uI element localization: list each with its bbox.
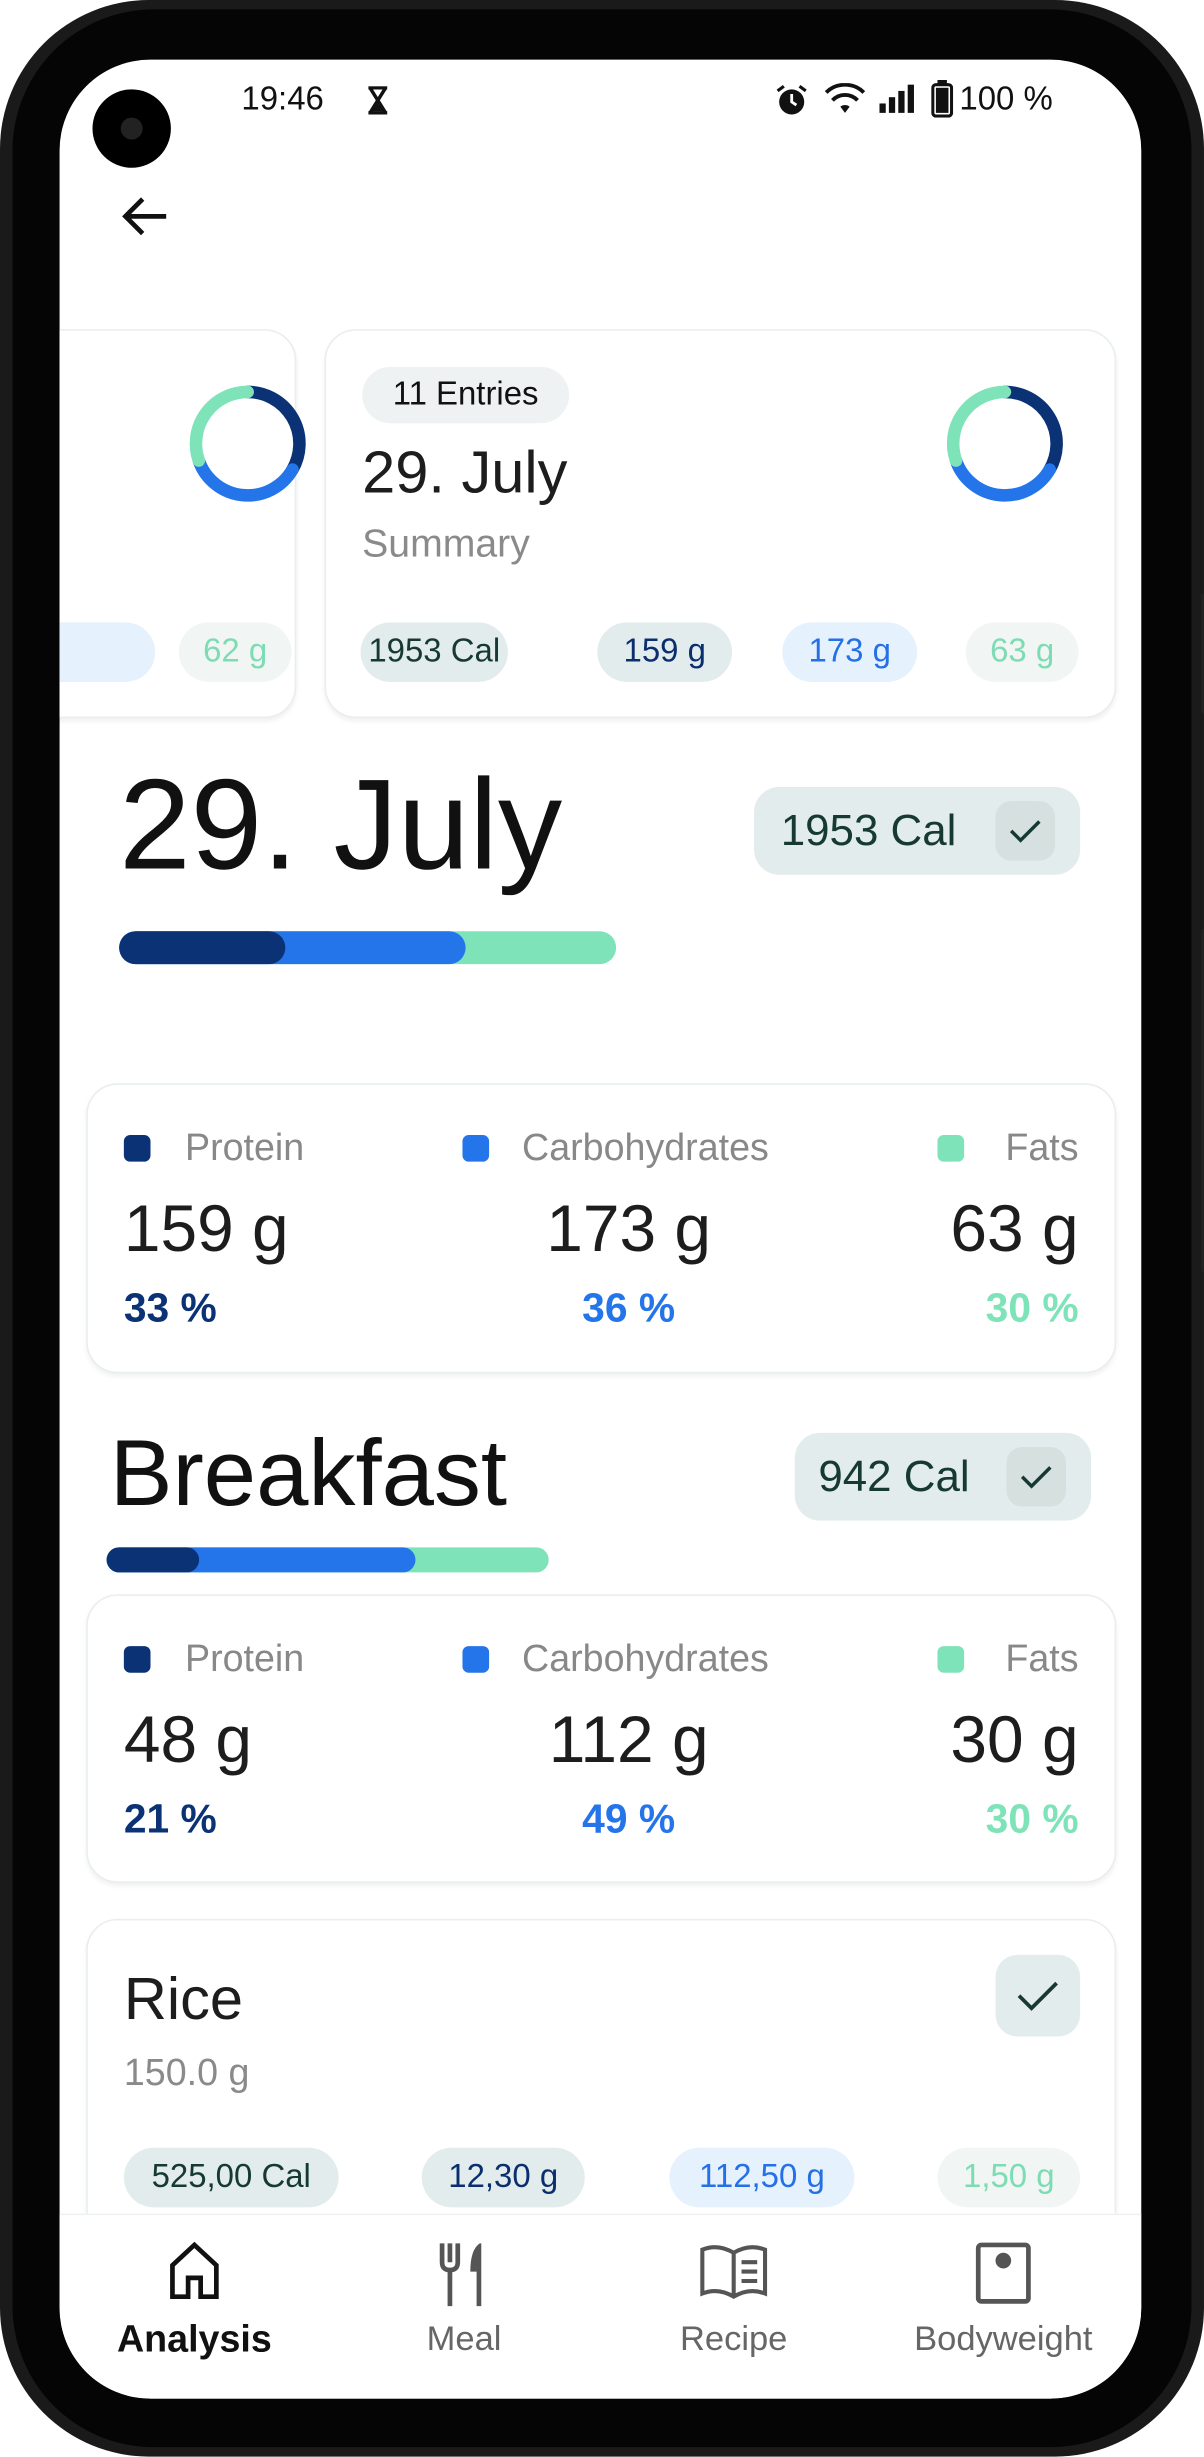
protein-pill: 159 g — [597, 622, 733, 682]
macro-donut-chart — [946, 385, 1063, 502]
meal-macros-card: Protein Carbohydrates Fats 48 g 112 g 30… — [86, 1594, 1117, 1883]
check-icon — [1009, 820, 1041, 843]
carbs-legend-dot — [462, 1646, 490, 1673]
check-icon — [1017, 1981, 1058, 2011]
carbs-legend-dot — [462, 1135, 490, 1162]
fats-value: 63 g — [950, 1191, 1079, 1266]
wifi-icon — [824, 83, 866, 113]
battery-icon — [931, 79, 954, 118]
fats-pill: 1,50 g — [937, 2147, 1081, 2208]
front-camera — [92, 89, 171, 168]
book-icon — [700, 2245, 768, 2300]
protein-legend-dot — [123, 1135, 151, 1162]
food-check-button[interactable] — [995, 1954, 1081, 2037]
hourglass-icon — [368, 86, 388, 115]
day-calories-pill[interactable]: 1953 Cal — [754, 786, 1081, 875]
fats-value: 30 g — [950, 1702, 1079, 1777]
protein-segment — [106, 1547, 200, 1573]
day-macro-progress-bar — [119, 931, 617, 965]
carbs-value: 112 g — [548, 1702, 709, 1777]
back-arrow-icon[interactable] — [119, 194, 169, 238]
fats-legend-dot — [937, 1135, 965, 1162]
nav-label: Bodyweight — [914, 2318, 1093, 2358]
donut-carbohydrates-segment — [949, 454, 1056, 502]
card-date: 29. July — [362, 440, 568, 507]
carbs-pill: 173 g — [782, 622, 918, 682]
nav-label: Recipe — [679, 2318, 788, 2358]
carbs-pill: 112,50 g — [669, 2147, 855, 2208]
fats-label: Fats — [1005, 1127, 1079, 1170]
protein-pill: 12,30 g — [421, 2147, 585, 2208]
meal-macro-progress-bar — [106, 1547, 549, 1573]
calories-pill: 525,00 Cal — [123, 2147, 339, 2208]
protein-percent: 21 % — [123, 1795, 217, 1843]
signal-icon — [879, 84, 914, 113]
alarm-icon — [776, 84, 807, 115]
fats-percent: 30 % — [985, 1283, 1079, 1331]
fats-label: Fats — [1005, 1638, 1079, 1681]
donut-fats-segment — [946, 385, 1012, 467]
protein-segment — [119, 931, 285, 965]
day-card-previous[interactable]: 62 g — [59, 329, 306, 719]
calories-pill: 1953 Cal — [360, 622, 508, 682]
entries-badge: 11 Entries — [362, 366, 570, 424]
carbs-pill — [59, 622, 156, 682]
bottom-navigation: Analysis Meal Recipe Bodyweight — [59, 2213, 1142, 2399]
protein-legend-dot — [123, 1646, 151, 1673]
carbs-label: Carbohydrates — [522, 1127, 769, 1170]
protein-percent: 33 % — [123, 1283, 217, 1331]
meal-calories: 942 Cal — [818, 1451, 970, 1501]
carbs-percent: 49 % — [582, 1795, 676, 1843]
nav-meal[interactable]: Meal — [329, 2215, 599, 2398]
status-time: 19:46 — [241, 81, 324, 118]
donut-protein-segment — [241, 385, 306, 476]
protein-label: Protein — [184, 1638, 305, 1681]
food-name: Rice — [123, 1967, 244, 2034]
meal-title: Breakfast — [109, 1420, 508, 1526]
card-subtitle: Summary — [362, 522, 530, 566]
fork-knife-icon — [439, 2243, 482, 2307]
meal-calories-pill[interactable]: 942 Cal — [794, 1432, 1092, 1521]
day-card-current[interactable]: 11 Entries 29. July Summary 1953 Cal 159… — [324, 329, 1117, 719]
carbs-percent: 36 % — [582, 1283, 676, 1331]
macro-donut-chart — [189, 385, 306, 502]
day-calories: 1953 Cal — [780, 805, 957, 855]
check-icon — [1020, 1466, 1052, 1489]
fats-pill: 63 g — [965, 622, 1079, 682]
fats-percent: 30 % — [985, 1795, 1079, 1843]
protein-value: 48 g — [123, 1702, 253, 1777]
carbs-value: 173 g — [546, 1191, 712, 1266]
nav-recipe[interactable]: Recipe — [599, 2215, 869, 2398]
home-icon — [170, 2241, 219, 2300]
nav-label: Meal — [426, 2318, 502, 2358]
nav-analysis[interactable]: Analysis — [60, 2215, 330, 2398]
carbs-label: Carbohydrates — [522, 1638, 769, 1681]
day-macros-card: Protein Carbohydrates Fats 159 g 173 g 6… — [86, 1083, 1117, 1374]
app-screen: 19:46 100 % 62 g 11 Entries 29. July Sum… — [59, 59, 1142, 2399]
day-title: 29. July — [119, 754, 563, 897]
fats-legend-dot — [937, 1646, 965, 1673]
donut-fats-segment — [189, 385, 254, 467]
protein-label: Protein — [184, 1127, 305, 1170]
food-amount: 150.0 g — [123, 2052, 250, 2095]
donut-protein-segment — [998, 385, 1063, 476]
nav-bodyweight[interactable]: Bodyweight — [869, 2215, 1139, 2398]
fats-pill: 62 g — [178, 622, 292, 682]
battery-level: 100 % — [959, 81, 1053, 118]
nav-label: Analysis — [117, 2318, 272, 2361]
scale-icon — [975, 2242, 1031, 2304]
donut-carbohydrates-segment — [192, 454, 299, 502]
meal-check-button[interactable] — [1006, 1446, 1067, 1507]
day-check-button[interactable] — [995, 801, 1056, 861]
protein-value: 159 g — [123, 1191, 289, 1266]
